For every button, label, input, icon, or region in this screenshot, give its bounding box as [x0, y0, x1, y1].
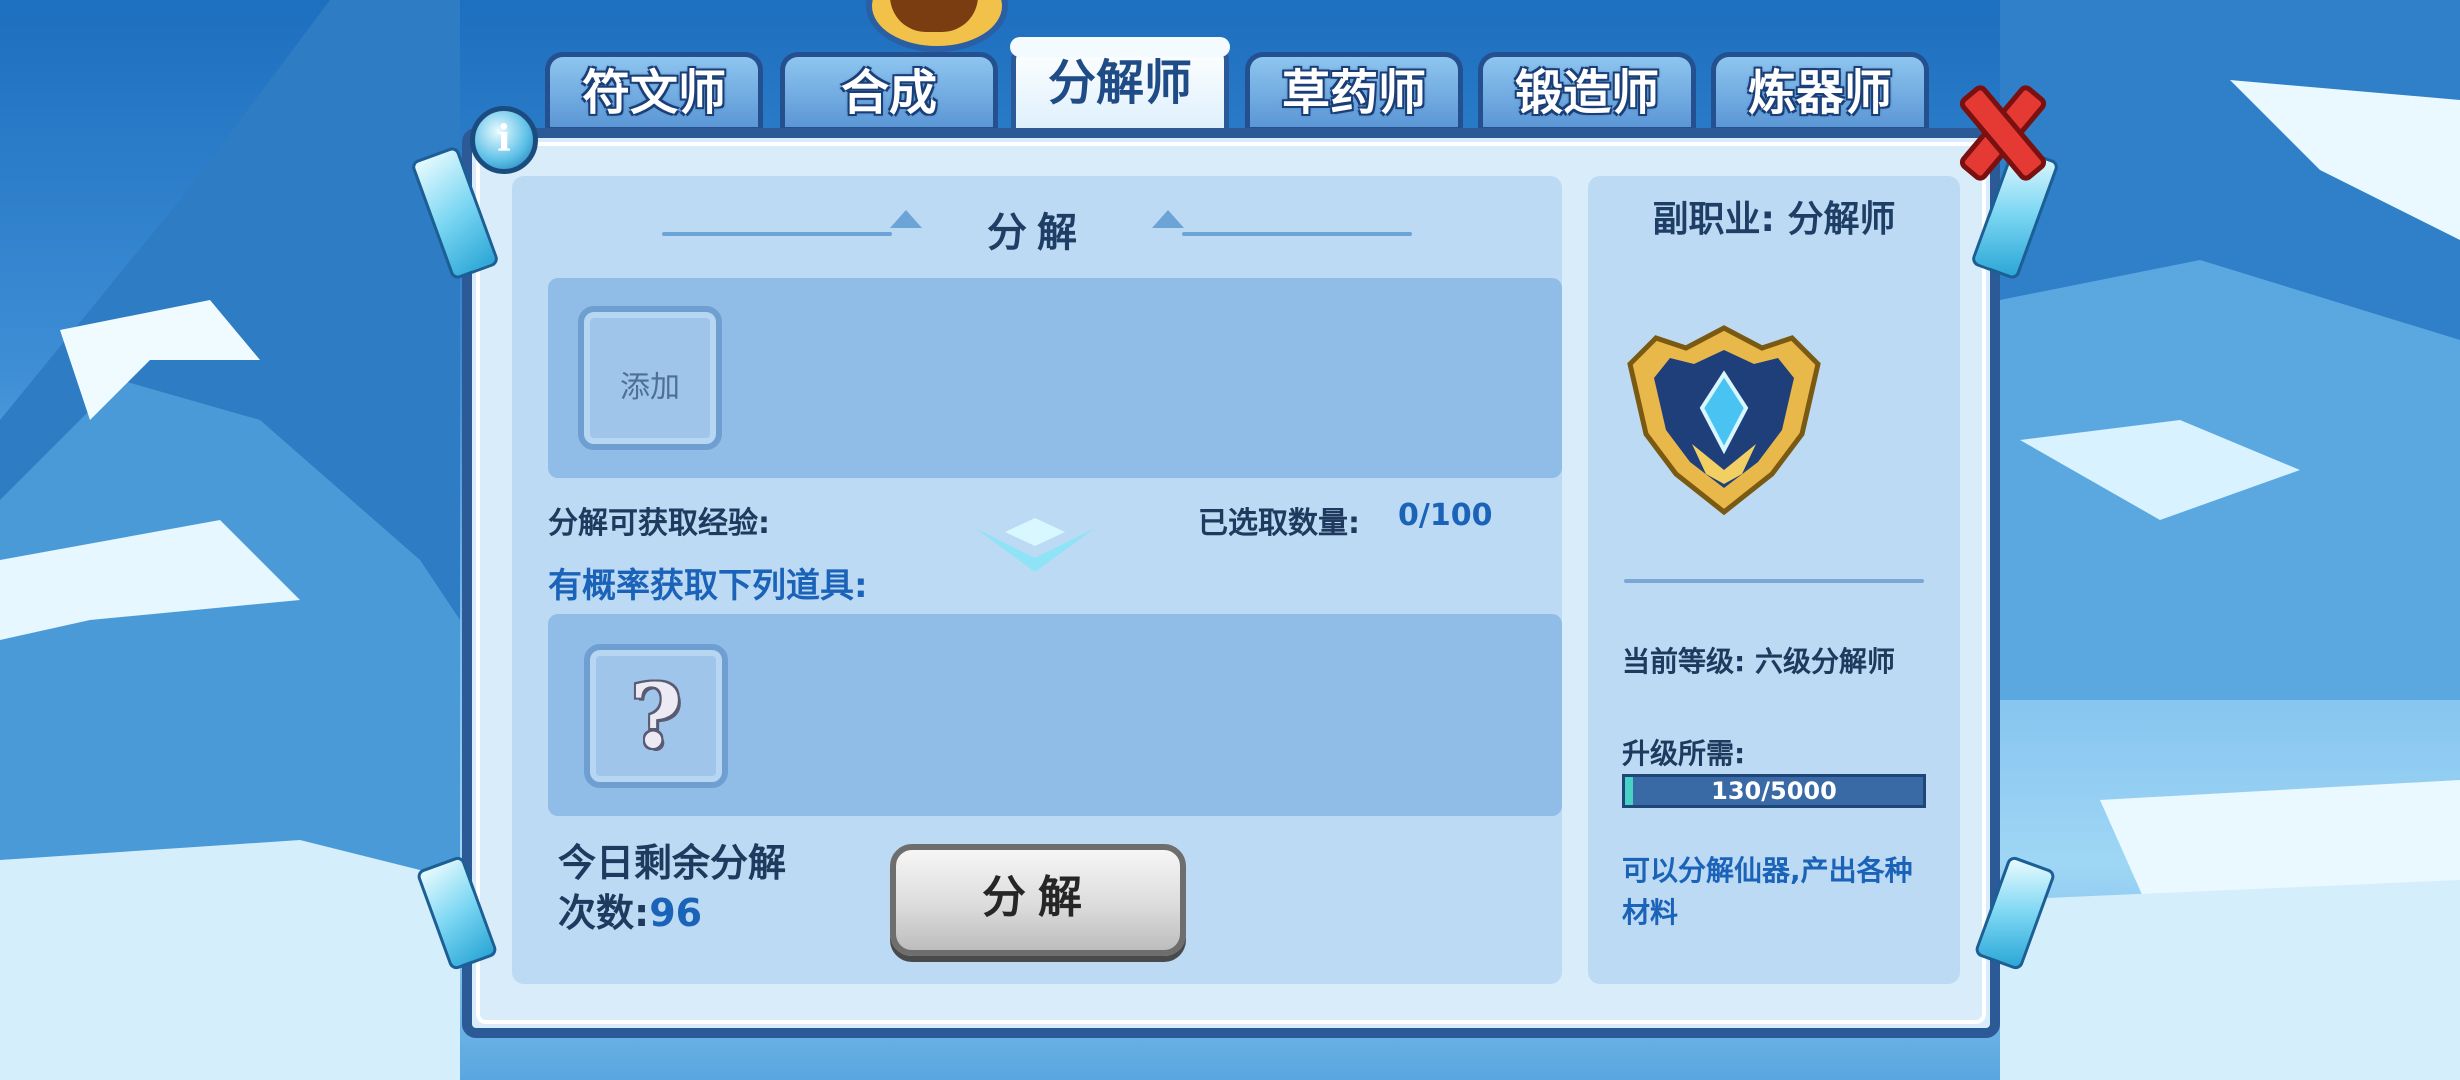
exp-label: 分解可获取经验: [548, 506, 770, 541]
close-icon[interactable] [1955, 82, 2050, 184]
reward-slot[interactable]: ? [584, 644, 728, 788]
remaining-count: 今日剩余分解 次数:96 [558, 838, 786, 938]
panel-divider [1624, 579, 1924, 583]
remaining-value: 96 [649, 891, 703, 935]
remaining-label-line2: 次数: [558, 891, 650, 935]
profession-description: 可以分解仙器,产出各种材料 [1622, 854, 1913, 929]
add-slot-label: 添加 [620, 370, 680, 405]
input-slot-area: 添加 [548, 278, 1562, 478]
profession-panel: 副职业: 分解师 当前等级: 六级分解师 升级所需: 130/5000 可以分解… [1588, 176, 1960, 984]
probability-label: 有概率获取下列道具: [548, 566, 868, 606]
tab-decomposer[interactable]: 分解师 [1010, 37, 1230, 138]
selected-count-value: 0/100 [1398, 498, 1493, 533]
tab-herbalist[interactable]: 草药师 [1245, 52, 1463, 132]
tab-artificer[interactable]: 炼器师 [1711, 52, 1929, 132]
chevron-down-icon [975, 518, 1095, 572]
upgrade-progress-bar: 130/5000 [1622, 774, 1926, 808]
upgrade-label: 升级所需: [1622, 737, 1746, 770]
decompose-panel: 分解 添加 分解可获取经验: 已选取数量: 0/100 有概率获取下列道具: ?… [512, 176, 1562, 984]
decompose-button[interactable]: 分解 [890, 844, 1186, 956]
emblem-icon [1627, 325, 1821, 516]
tab-rune-master[interactable]: 符文师 [545, 52, 763, 132]
question-mark-icon: ? [630, 664, 682, 768]
selected-count-label: 已选取数量: [1198, 506, 1360, 541]
section-title: 分解 [987, 210, 1087, 256]
remaining-label-line1: 今日剩余分解 [558, 841, 787, 885]
add-item-slot[interactable]: 添加 [578, 306, 722, 450]
tab-synthesis[interactable]: 合成 [780, 52, 998, 132]
profession-title: 副职业: 分解师 [1652, 199, 1896, 240]
current-level: 当前等级: 六级分解师 [1622, 645, 1895, 678]
reward-slot-area: ? [548, 614, 1562, 816]
info-icon[interactable]: i [470, 106, 538, 174]
upgrade-progress-text: 130/5000 [1711, 777, 1837, 805]
tab-bar: 符文师 合成 分解师 草药师 锻造师 炼器师 [545, 37, 1935, 141]
tab-blacksmith[interactable]: 锻造师 [1478, 52, 1696, 132]
